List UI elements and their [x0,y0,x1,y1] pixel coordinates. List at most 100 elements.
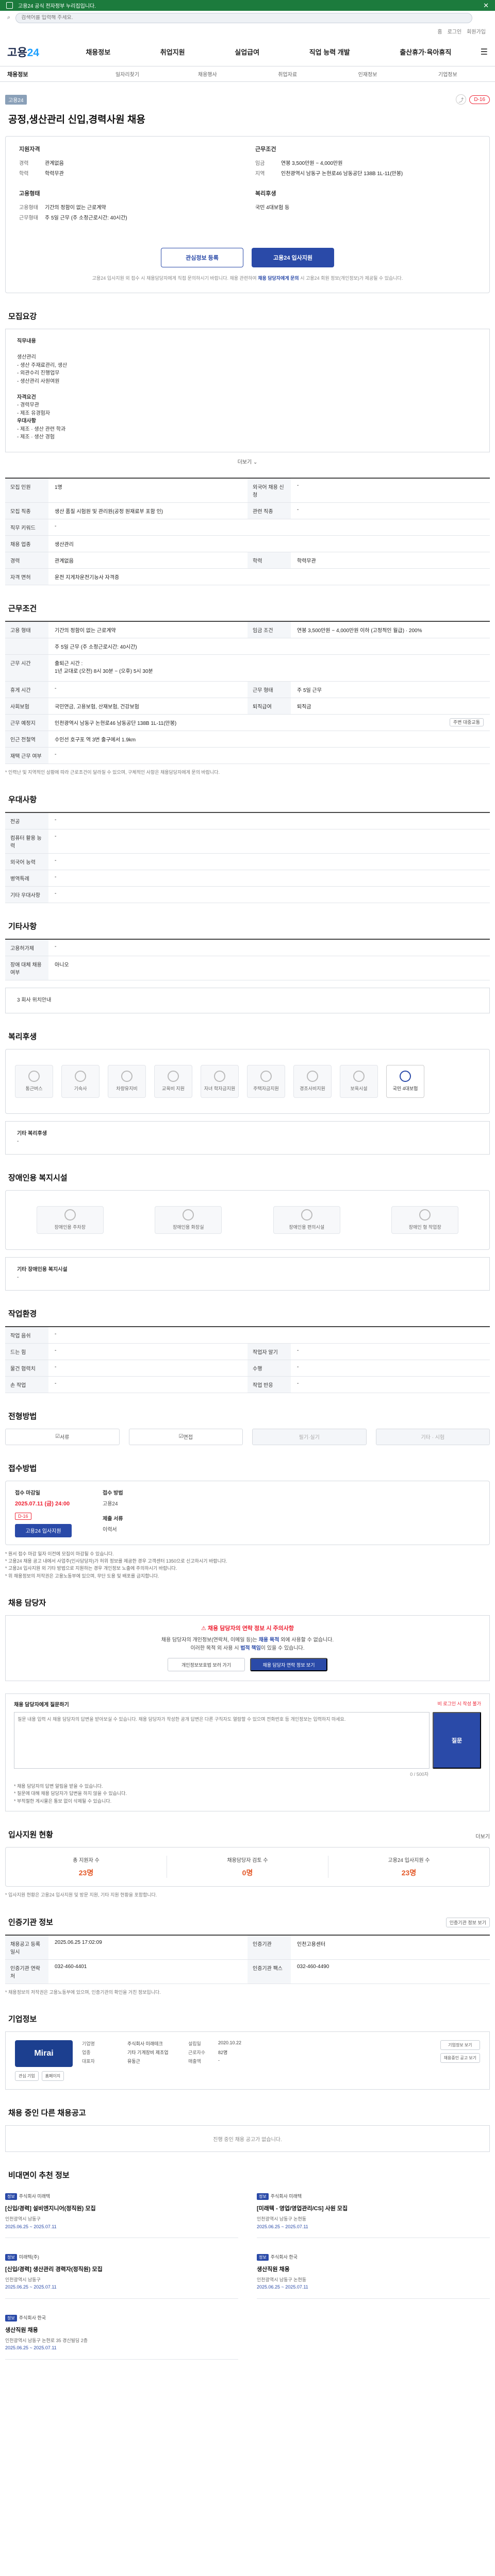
section-title-conditions: 근무조건 [8,604,37,613]
lnb-item[interactable]: 일자리찾기 [87,70,167,78]
rec-card[interactable]: 정보 주식회사 한국 생산직원 채용 인천광역시 남동구 논현로 35 경신빌딩 … [5,2309,238,2360]
more-button[interactable]: 더보기 ⌄ [5,457,490,465]
building-icon [75,1071,86,1082]
wheelchair-icon [301,1209,312,1221]
gnb-menu: 채용정보 취업지원 실업급여 직업 능력 개발 출산휴가·육아휴직 [61,47,481,57]
apply-button[interactable]: 고용24 입사지원 [252,248,334,267]
site-logo[interactable]: 고용24 [7,44,61,60]
summary-heading: 고용형태 [19,191,40,197]
privacy-law-button[interactable]: 개인정보보호법 보러 가기 [168,1658,245,1672]
job-tagrow: 고용24 ⤴ D-16 [5,94,490,105]
summary-value: 인천광역시 남동구 논현로46 남동공단 138B 1L-11(만봉) [281,171,403,177]
menu-icon[interactable]: ☰ [481,47,488,57]
company-fav-button[interactable]: 관심 기업 [15,2071,39,2081]
table-row: 재택 근무 여부 - [5,748,490,764]
section-title-recs: 비대면이 추천 정보 [8,2171,70,2180]
location-box: 3 회사 위치안내 [5,987,490,1013]
graduation-cap-icon [214,1071,225,1082]
global-nav: 고용24 채용정보 취업지원 실업급여 직업 능력 개발 출산휴가·육아휴직 ☰ [0,38,495,66]
other-jobs-empty: 진행 중인 채용 공고가 없습니다. [5,2125,490,2153]
summary-key: 학력 [19,171,29,177]
scrap-button[interactable]: 관심정보 등록 [161,248,243,267]
disability-card: 장애인용 주차장 장애인용 화장실 장애인용 편의시설 장애인 형 작업장 [5,1190,490,1250]
apply-doc-label: 제출 서류 [103,1516,123,1522]
lnb-item[interactable]: 취업자료 [248,70,327,78]
house-icon [260,1071,272,1082]
welfare-item-edu: 교육비 지원 [154,1064,192,1098]
rec-card[interactable]: 정보 미래텍(주) [신입/경력] 생산관리 경력자(정직원) 모집 인천광역시 … [5,2248,238,2299]
desc-line: - 제조 · 생산 경험 [17,434,55,440]
question-notes: * 채용 담당자의 답변 알림을 받을 수 있습니다. * 질문에 대해 채용 … [14,1784,127,1804]
desc-line: 우대사항 [17,418,36,424]
table-row: 사회보험 국민연금, 고용보험, 산재보험, 건강보험 퇴직급여 퇴직금 [5,698,490,715]
toilet-icon [183,1209,194,1221]
apply-date-label: 접수 마감일 [15,1490,40,1496]
info-link[interactable]: 인증기관 정보 보기 [446,1917,490,1927]
stats-more-link[interactable]: 더보기 [475,1832,490,1840]
company-jobs-button[interactable]: 채용중인 공고 보기 [440,2053,480,2063]
summary-heading: 지원자격 [19,146,40,152]
recruit-description: 직무내용 생산관리 - 생산 주재료관리, 생산 - 외관수리 진행업무 - 생… [5,329,490,452]
table-row: 휴게 시간 - 근무 형태 주 5일 근무 [5,682,490,698]
summary-key: 경력 [19,161,29,166]
table-row: 고용 형태 기간의 정함이 없는 근로계약 임금 조건 연봉 3,500만원 ~ 4,… [5,622,490,638]
table-row: 고용허가제 - [5,939,490,956]
apply-doc: 이력서 [103,1527,117,1533]
summary-key: 임금 [255,161,265,166]
company-home-button[interactable]: 홈페이지 [41,2071,64,2081]
desc-line: - 제조 · 생산 관련 학과 [17,426,66,432]
summary-heading: 근무조건 [255,146,276,152]
util-home-link[interactable]: 홈 [437,27,442,35]
gnb-item[interactable]: 직업 능력 개발 [309,47,350,57]
search-box[interactable] [15,12,473,23]
table-row: 인증기관 연락처 032-460-4401 인증기관 팩스 032-460-4490 [5,1959,490,1984]
lnb-item[interactable]: 인재정보 [327,70,407,78]
desc-line: - 외관수리 진행업무 [17,370,60,376]
welfare-item-house: 주택자금지원 [247,1064,285,1098]
section-title-disability: 장애인용 복지시설 [8,1173,68,1182]
flag-icon [6,2,13,9]
rec-card[interactable]: 정보 주식회사 미래텍 [신입/경력] 설비엔지니어(정직원) 모집 인천광역시 … [5,2188,238,2239]
gnb-item[interactable]: 출산휴가·육아휴직 [400,47,451,57]
apply-button-2[interactable]: 고용24 입사지원 [15,1523,72,1537]
share-icon[interactable]: ⤴ [456,94,467,105]
rec-card[interactable]: 정보 주식회사 한국 생산직원 채용 인천광역시 남동구 논현동 2025.06.2… [257,2248,490,2299]
util-login-link[interactable]: 로그인 [448,27,462,35]
facility-convenience: 장애인용 편의시설 [273,1206,340,1234]
source-tag: 고용24 [5,94,27,105]
table-row: 컴퓨터 활용 능력 - [5,829,490,854]
lnb-item[interactable]: 채용정보 [7,70,87,78]
lnb-item[interactable]: 채용행사 [168,70,248,78]
gnb-item[interactable]: 채용정보 [86,47,110,57]
desc-line: - 경력무관 [17,402,39,408]
summary-value: 주 5일 근무 (주 소정근로시간: 40시간) [45,215,127,221]
gnb-item[interactable]: 취업지원 [160,47,185,57]
section-title-welfare: 복리후생 [8,1032,37,1041]
search-input[interactable] [21,15,472,21]
lnb-item[interactable]: 기업정보 [408,70,488,78]
tools-icon [419,1209,431,1221]
conditions-table: 고용 형태 기간의 정함이 없는 근로계약 임금 조건 연봉 3,500만원 ~ 4,… [5,621,490,764]
desc-line: - 제조 유경험자 [17,410,51,416]
stat-total: 총 지원자 수 23명 [6,1856,167,1878]
table-row: 근무 시간 출퇴근 시간 : 1년 교대로 (오전) 8시 30분 ~ (오후) … [5,655,490,682]
welfare-item-dorm: 기숙사 [61,1064,100,1098]
question-box: 채용 담당자에게 질문하기 비 로그인 시 작성 불가 질문 0 / 500자 *… [5,1693,490,1812]
question-warn: 비 로그인 시 작성 불가 [437,1701,481,1707]
transit-button[interactable]: 주변 대중교통 [449,718,484,726]
question-submit-button[interactable]: 질문 [433,1712,481,1769]
section-title-stats: 입사지원 현황 [8,1831,53,1840]
welfare-item-bus: 통근버스 [15,1064,53,1098]
job-title: 공정,생산관리 신입,경력사원 채용 [8,114,145,125]
util-join-link[interactable]: 회원가입 [467,27,486,35]
table-row: 모집 인원 1명 외국어 채용 신청 - [5,479,490,503]
gift-icon [307,1071,318,1082]
rec-card[interactable]: 정보 주식회사 미래텍 [미래텍 - 영업/영업관리/CS] 사원 모집 인천광역… [257,2188,490,2239]
question-input[interactable] [14,1712,430,1769]
gnb-item[interactable]: 실업급여 [235,47,259,57]
section-title-workenv: 작업환경 [8,1309,37,1318]
show-contact-button[interactable]: 채용 담당자 연락 정보 보기 [250,1658,327,1672]
company-info-button[interactable]: 기업정보 보기 [440,2040,480,2050]
banner-close-icon[interactable]: ✕ [483,2,489,10]
table-row: 작업 음쉬 - [5,1327,490,1344]
